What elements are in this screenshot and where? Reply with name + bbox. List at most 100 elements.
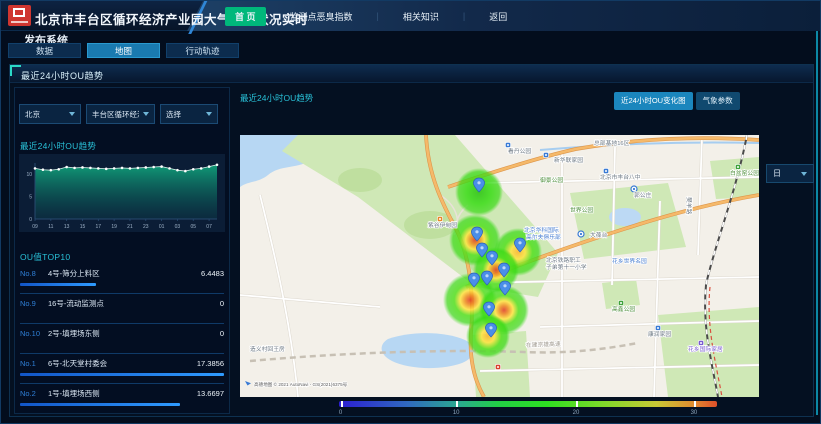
svg-text:世界公园: 世界公园 [570, 206, 593, 214]
rank-label: No.1 [20, 359, 48, 368]
app-logo [8, 5, 31, 26]
svg-text:19: 19 [111, 224, 117, 230]
site-name: 2号-填埋场东侧 [48, 328, 220, 339]
svg-text:03: 03 [175, 224, 181, 230]
nav-separator: | [463, 11, 465, 21]
trend-chart-title: 最近24小时OU趋势 [20, 140, 96, 152]
chevron-down-icon [143, 112, 149, 116]
svg-text:15: 15 [80, 224, 86, 230]
svg-text:11: 11 [48, 224, 53, 230]
ou-value: 17.3856 [197, 359, 224, 368]
svg-text:北京铁路职工: 北京铁路职工 [546, 256, 581, 264]
nav-item-2[interactable]: 相关知识 [393, 7, 449, 26]
svg-text:紫谷伊甸园: 紫谷伊甸园 [428, 221, 457, 229]
scrollbar[interactable] [816, 9, 818, 415]
svg-text:13: 13 [64, 224, 70, 230]
list-item: No.84号-筛分上料区6.4483 [20, 264, 224, 294]
svg-text:御景公园: 御景公园 [540, 176, 563, 184]
rank-label: No.8 [20, 269, 48, 278]
svg-text:北京市丰台八中: 北京市丰台八中 [600, 173, 641, 181]
site-name: 1号-填埋场西侧 [48, 388, 197, 399]
ou-value: 6.4483 [201, 269, 224, 278]
chevron-down-icon [69, 112, 75, 116]
nav-item-0[interactable]: 首 页 [225, 7, 266, 26]
publish-tab-1[interactable]: 地图 [87, 43, 160, 58]
svg-text:郭公庄: 郭公庄 [634, 191, 652, 199]
publish-tabs: 数据地图行动轨迹 [8, 43, 239, 58]
svg-text:09: 09 [32, 224, 38, 230]
svg-text:白盆窑公园: 白盆窑公园 [730, 169, 759, 177]
panel-title: 最近24小时OU趋势 [21, 69, 104, 82]
progress-bar [20, 283, 96, 286]
svg-text:樊羊路: 樊羊路 [685, 197, 693, 215]
dashboard: 北京市丰台区循环经济产业园大气恶臭状况实时 首 页监测点恶臭指数|相关知识|返回… [0, 0, 821, 424]
header-bar: 北京市丰台区循环经济产业园大气恶臭状况实时 首 页监测点恶臭指数|相关知识|返回 [1, 1, 821, 31]
district-select[interactable]: 丰台区循环经济产 [86, 104, 155, 124]
ou-value: 13.6697 [197, 389, 224, 398]
svg-text:造义村回王房: 造义村回王房 [250, 345, 285, 353]
rank-label: No.9 [20, 299, 48, 308]
site-select[interactable]: 选择 [160, 104, 218, 124]
nav-item-3[interactable]: 返回 [479, 7, 517, 26]
city-select[interactable]: 北京 [19, 104, 81, 124]
scale-tick-label: 30 [691, 410, 698, 416]
list-item: No.916号-流动监测点0 [20, 294, 224, 324]
scale-tick [694, 401, 696, 407]
period-select[interactable]: 日 [766, 164, 814, 183]
filter-row: 北京 丰台区循环经济产 选择 [19, 104, 218, 124]
top5-title: OU值TOP10 [20, 251, 70, 263]
site-name: 6号-北天堂村委会 [48, 358, 197, 369]
publish-tab-2[interactable]: 行动轨迹 [166, 43, 239, 58]
rank-label: No.2 [20, 389, 48, 398]
svg-text:花乡国际家居: 花乡国际家居 [688, 345, 723, 353]
map-section-title: 最近24小时OU趋势 [240, 92, 313, 104]
trend-chart: 0510091113151719212301030507 [19, 154, 225, 232]
scale-tick [341, 401, 343, 407]
scale-tick-label: 20 [573, 410, 580, 416]
map-button-1[interactable]: 气象参数 [696, 92, 740, 110]
svg-text:高尔夫俱乐部: 高尔夫俱乐部 [526, 233, 561, 241]
svg-text:高德地图 © 2021 AutoNavi - GS(2021: 高德地图 © 2021 AutoNavi - GS(2021)6375号 [254, 381, 348, 388]
map-button-0[interactable]: 近24小时OU变化图 [614, 92, 693, 110]
heat-scale-bar: 0102030 [339, 401, 717, 407]
svg-text:子弟第十一小学: 子弟第十一小学 [546, 263, 587, 271]
map[interactable]: 总部基地16区看丹公园新华联家园御景公园 北京市丰台八中郭公庄世界公园 白盆窑公园樊… [240, 135, 759, 397]
publish-tab-0[interactable]: 数据 [8, 43, 81, 58]
map-copyright: 高德地图 © 2021 AutoNavi - GS(2021)6375号 [245, 381, 348, 388]
svg-text:21: 21 [127, 224, 133, 230]
svg-text:看丹公园: 看丹公园 [508, 147, 531, 155]
svg-text:北京华科国际: 北京华科国际 [524, 226, 559, 234]
svg-text:花乡世界名园: 花乡世界名园 [612, 257, 647, 265]
scale-tick-label: 0 [339, 410, 342, 416]
svg-text:05: 05 [190, 224, 196, 230]
nav-item-1[interactable]: 监测点恶臭指数 [280, 7, 363, 26]
left-column: 北京 丰台区循环经济产 选择 最近24小时OU趋势 05100911131517… [14, 87, 230, 414]
trend-chart-svg: 0510091113151719212301030507 [19, 154, 225, 232]
scale-tick [456, 401, 458, 407]
rank-label: No.10 [20, 329, 48, 338]
svg-text:5: 5 [29, 195, 32, 201]
svg-text:总部基地16区: 总部基地16区 [594, 139, 630, 147]
svg-text:07: 07 [206, 224, 212, 230]
progress-bar [20, 403, 180, 406]
list-item: No.21号-填埋场西侧13.6697 [20, 384, 224, 414]
progress-bar [20, 373, 224, 376]
ou-value: 0 [220, 299, 224, 308]
chevron-down-icon [206, 112, 212, 116]
chevron-down-icon [801, 172, 807, 176]
scale-tick-label: 10 [453, 410, 460, 416]
map-container[interactable]: 总部基地16区看丹公园新华联家园御景公园 北京市丰台八中郭公庄世界公园 白盆窑公园樊… [240, 135, 759, 397]
list-item: No.102号-填埋场东侧0 [20, 324, 224, 354]
main-panel: 最近24小时OU趋势 北京 丰台区循环经济产 选择 最近24小时OU趋势 051… [9, 64, 814, 417]
svg-text:新华联家园: 新华联家园 [554, 156, 583, 164]
svg-text:0: 0 [29, 217, 32, 223]
svg-text:23: 23 [143, 224, 149, 230]
scale-tick [576, 401, 578, 407]
map-buttons: 近24小时OU变化图气象参数 [614, 92, 740, 110]
panel-header: 最近24小时OU趋势 [10, 65, 813, 83]
ou-top-list: No.84号-筛分上料区6.4483No.916号-流动监测点0No.102号-… [20, 264, 224, 414]
svg-text:01: 01 [159, 224, 165, 230]
svg-text:17: 17 [96, 224, 102, 230]
svg-text:高鑫公园: 高鑫公园 [612, 305, 635, 313]
ou-value: 0 [220, 329, 224, 338]
